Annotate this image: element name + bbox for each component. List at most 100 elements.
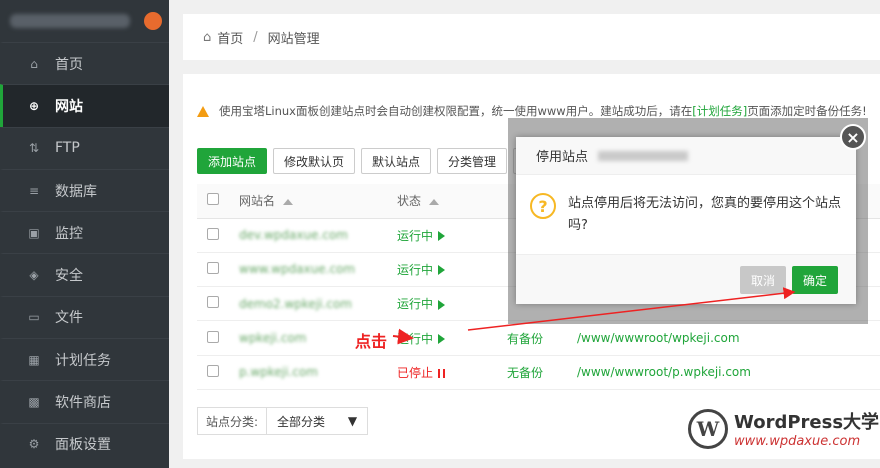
- sidebar-item[interactable]: ⊕ 网站: [0, 84, 169, 127]
- edit-default-page-button[interactable]: 修改默认页: [273, 148, 356, 174]
- stop-site-dialog: 停用站点 ? 站点停用后将无法访问，您真的要停用这个站点吗? 取消 确定: [516, 137, 856, 304]
- status-toggle[interactable]: 运行中: [397, 229, 446, 243]
- logo-text-blurred: [10, 14, 130, 28]
- site-name-link[interactable]: p.wpkeji.com: [239, 365, 318, 379]
- dialog-header: 停用站点: [516, 137, 856, 175]
- dialog-message: 站点停用后将无法访问，您真的要停用这个站点吗?: [568, 196, 842, 233]
- status-toggle[interactable]: 运行中: [397, 297, 446, 311]
- globe-icon: ⊕: [28, 98, 40, 113]
- sidebar-item-label: FTP: [55, 140, 80, 157]
- category-filter[interactable]: 站点分类: 全部分类 ▼: [197, 407, 369, 435]
- notice-text-after: 页面添加定时备份任务!: [747, 104, 867, 118]
- sidebar-item[interactable]: ◈ 安全: [0, 253, 169, 295]
- play-icon: [438, 334, 446, 345]
- breadcrumb: ⌂ 首页 / 网站管理: [183, 14, 880, 60]
- root-path-link[interactable]: /www/wwwroot/p.wpkeji.com: [577, 365, 751, 379]
- row-checkbox[interactable]: [207, 330, 219, 343]
- column-header-status[interactable]: 状态: [397, 184, 507, 219]
- sidebar-item-label: 面板设置: [55, 437, 111, 454]
- watermark-title: WordPress大学: [734, 412, 880, 433]
- row-checkbox[interactable]: [207, 296, 219, 309]
- wordpress-logo-icon: W: [688, 408, 728, 449]
- sort-icon[interactable]: [429, 198, 440, 205]
- column-header-name[interactable]: 网站名: [239, 184, 397, 219]
- category-filter-label: 站点分类:: [198, 408, 268, 434]
- shield-icon: ◈: [29, 268, 39, 283]
- monitor-icon: ▣: [28, 225, 40, 240]
- sidebar-item[interactable]: ▭ 文件: [0, 295, 169, 338]
- play-icon: [438, 231, 446, 242]
- notification-dot-icon[interactable]: [144, 12, 162, 30]
- add-site-button[interactable]: 添加站点: [197, 148, 268, 174]
- home-icon: ⌂: [30, 56, 38, 71]
- sidebar-item[interactable]: ▣ 监控: [0, 211, 169, 253]
- ftp-icon: ⇅: [28, 141, 40, 156]
- select-all-checkbox[interactable]: [207, 193, 219, 206]
- sidebar-item[interactable]: ⇅ FTP: [0, 126, 169, 169]
- sidebar-item[interactable]: ⌂ 首页: [0, 42, 169, 84]
- sidebar-item-label: 软件商店: [55, 395, 111, 412]
- play-icon: [438, 265, 446, 276]
- home-icon[interactable]: ⌂: [203, 30, 211, 45]
- cancel-button[interactable]: 取消: [740, 266, 786, 294]
- confirm-button[interactable]: 确定: [792, 266, 838, 294]
- gear-icon: ⚙: [28, 437, 40, 452]
- sidebar-item-label: 首页: [55, 56, 83, 73]
- sidebar: ⌂ 首页 ⊕ 网站 ⇅ FTP ≡ 数据库 ▣ 监控 ◈ 安全 ▭ 文件 ▦ 计划任务 ▩ 软件商店 ⚙ 面板设置: [0, 0, 169, 468]
- watermark-url: www.wpdaxue.com: [734, 434, 861, 449]
- sidebar-item-label: 数据库: [55, 183, 97, 200]
- dialog-title-site-blurred: [598, 150, 689, 161]
- status-toggle[interactable]: 运行中: [397, 332, 446, 346]
- root-path-link[interactable]: /www/wwwroot/wpkeji.com: [577, 331, 740, 345]
- category-select[interactable]: 全部分类 ▼: [267, 413, 367, 430]
- category-management-button[interactable]: 分类管理: [437, 148, 508, 174]
- calendar-icon: ▦: [28, 352, 40, 367]
- site-name-link[interactable]: www.wpdaxue.com: [239, 262, 355, 276]
- breadcrumb-home[interactable]: 首页: [217, 28, 243, 47]
- status-toggle[interactable]: 运行中: [397, 263, 446, 277]
- sort-icon[interactable]: [283, 198, 294, 205]
- warning-icon: [197, 105, 209, 117]
- grid-icon: ▩: [28, 395, 40, 410]
- sidebar-item-label: 监控: [55, 225, 83, 242]
- row-checkbox[interactable]: [207, 227, 219, 240]
- sidebar-item[interactable]: ▩ 软件商店: [0, 380, 169, 422]
- sidebar-item-label: 计划任务: [55, 352, 111, 369]
- sidebar-item[interactable]: ▦ 计划任务: [0, 338, 169, 380]
- breadcrumb-current: 网站管理: [267, 31, 320, 47]
- row-checkbox[interactable]: [207, 261, 219, 274]
- sidebar-item[interactable]: ≡ 数据库: [0, 168, 169, 211]
- table-row: p.wpkeji.com 已停止 无备份/www/wwwroot/p.wpkeji.…: [197, 355, 880, 390]
- table-row: wpkeji.com 运行中 有备份/www/wwwroot/wpkeji.com: [197, 320, 880, 356]
- logo: [0, 0, 169, 42]
- breadcrumb-separator: /: [253, 29, 258, 45]
- backup-link[interactable]: 无备份: [507, 366, 543, 380]
- play-icon: [438, 299, 446, 310]
- question-icon: ?: [530, 193, 556, 219]
- dialog-footer: 取消 确定: [516, 254, 856, 304]
- database-icon: ≡: [28, 183, 40, 198]
- folder-icon: ▭: [28, 310, 40, 325]
- sidebar-item-label: 安全: [55, 268, 83, 285]
- notice-link-cron[interactable]: [计划任务]: [692, 103, 747, 119]
- pause-icon: [438, 368, 446, 378]
- click-annotation: 点击: [355, 332, 388, 351]
- close-icon[interactable]: ×: [840, 124, 866, 150]
- sidebar-item[interactable]: ⚙ 面板设置: [0, 422, 169, 465]
- dialog-body: ? 站点停用后将无法访问，您真的要停用这个站点吗?: [516, 175, 856, 255]
- toolbar: 添加站点 修改默认页 默认站点 分类管理 PH: [197, 148, 552, 174]
- sidebar-item-label: 网站: [55, 98, 83, 115]
- watermark: W WordPress大学 www.wpdaxue.com: [688, 408, 879, 449]
- site-name-link[interactable]: demo2.wpkeji.com: [239, 297, 352, 311]
- dialog-title: 停用站点: [536, 150, 589, 165]
- default-site-button[interactable]: 默认站点: [361, 148, 432, 174]
- status-toggle[interactable]: 已停止: [397, 366, 446, 380]
- site-name-link[interactable]: dev.wpdaxue.com: [239, 228, 348, 242]
- sidebar-item-label: 文件: [55, 310, 83, 327]
- category-select-value: 全部分类: [277, 414, 326, 429]
- dropdown-arrow-icon: ▼: [347, 414, 358, 428]
- row-checkbox[interactable]: [207, 364, 219, 377]
- notice-text: 使用宝塔Linux面板创建站点时会自动创建权限配置，统一使用www用户。建站成功…: [219, 104, 693, 118]
- site-name-link[interactable]: wpkeji.com: [239, 331, 306, 345]
- backup-link[interactable]: 有备份: [507, 332, 543, 346]
